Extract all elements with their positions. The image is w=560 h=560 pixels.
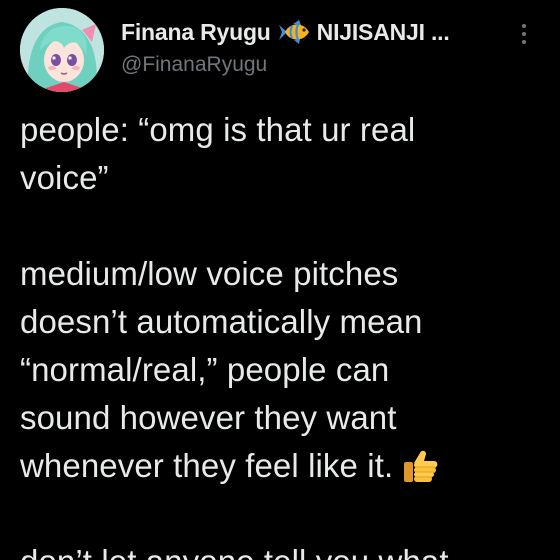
more-dot bbox=[522, 24, 526, 28]
more-vertical-icon[interactable] bbox=[512, 20, 536, 48]
tweet-line: “normal/real,” people can bbox=[20, 351, 390, 388]
name-row: Finana Ryugu NIJISANJI ... bbox=[121, 15, 491, 49]
tweet-line: doesn’t automatically mean bbox=[20, 303, 423, 340]
tweet-line-with-emoji: whenever they feel like it. bbox=[20, 442, 550, 490]
tweet-line: people: “omg is that ur real bbox=[20, 111, 416, 148]
tweet-text: people: “omg is that ur real voice” medi… bbox=[20, 106, 550, 560]
author-info: Finana Ryugu NIJISANJI ... @FinanaRyugu bbox=[121, 15, 491, 79]
tweet-line: voice” bbox=[20, 159, 109, 196]
thumbs-up-icon bbox=[401, 445, 441, 485]
tweet: Finana Ryugu NIJISANJI ... @FinanaRyugu … bbox=[0, 0, 560, 560]
tropical-fish-icon bbox=[277, 19, 311, 45]
more-dot bbox=[522, 40, 526, 44]
tweet-header: Finana Ryugu NIJISANJI ... @FinanaRyugu bbox=[0, 0, 560, 100]
tweet-line: medium/low voice pitches bbox=[20, 255, 399, 292]
more-dot bbox=[522, 32, 526, 36]
user-handle[interactable]: @FinanaRyugu bbox=[121, 51, 491, 79]
tweet-line: don’t let anyone tell you what bbox=[20, 538, 550, 560]
avatar[interactable] bbox=[20, 8, 104, 92]
tweet-line: sound however they want bbox=[20, 399, 397, 436]
affiliation-text[interactable]: NIJISANJI ... bbox=[317, 19, 450, 46]
tweet-line-text: whenever they feel like it. bbox=[20, 447, 394, 484]
display-name[interactable]: Finana Ryugu bbox=[121, 19, 271, 46]
